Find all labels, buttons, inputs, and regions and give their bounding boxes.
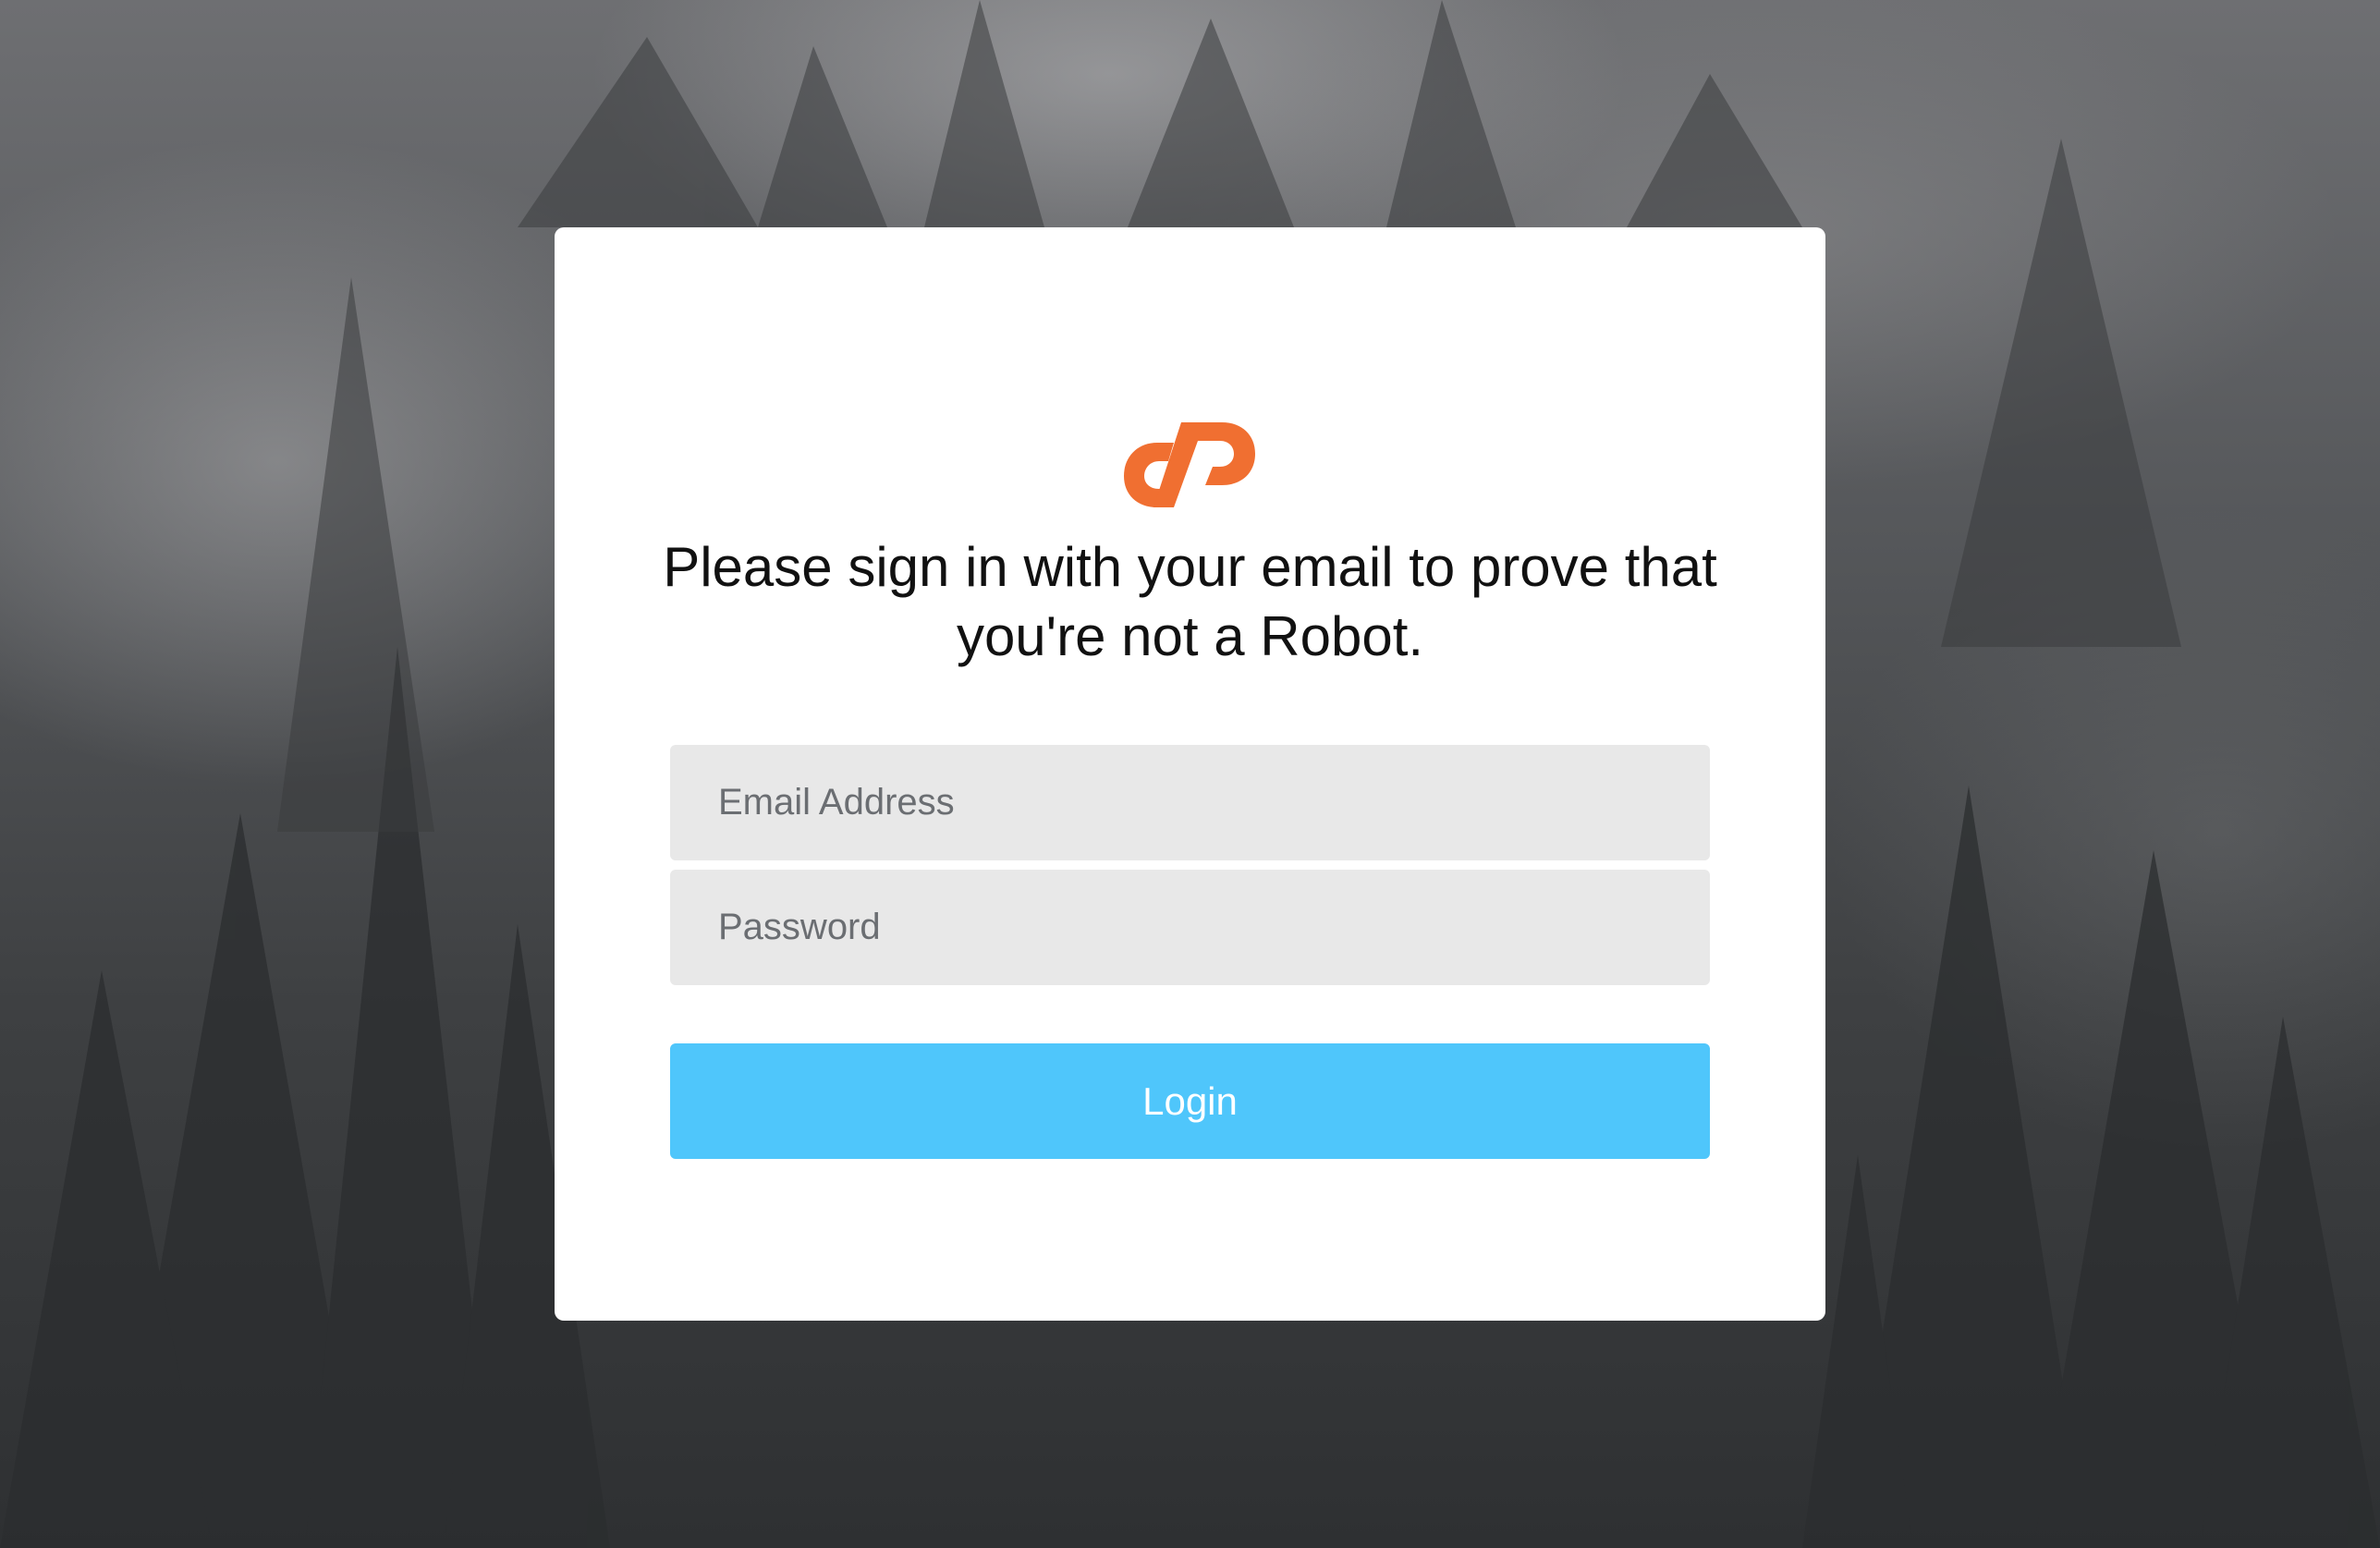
password-field[interactable] bbox=[670, 870, 1710, 985]
page-title: Please sign in with your email to prove … bbox=[663, 536, 1717, 667]
cpanel-logo-icon bbox=[1124, 422, 1255, 507]
login-button[interactable]: Login bbox=[670, 1043, 1710, 1159]
email-field[interactable] bbox=[670, 745, 1710, 860]
login-card: Please sign in with your email to prove … bbox=[555, 227, 1825, 1321]
